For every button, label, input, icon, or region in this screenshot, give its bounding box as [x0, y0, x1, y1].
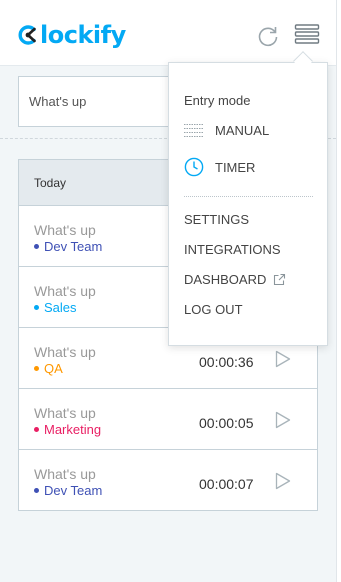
dashboard-menu-item[interactable]: DASHBOARD [184, 272, 286, 287]
settings-menu-item[interactable]: SETTINGS [184, 212, 249, 227]
project-name: QA [44, 361, 63, 376]
play-icon[interactable] [275, 350, 291, 368]
project-name: Dev Team [44, 239, 103, 254]
time-entry[interactable]: What's up Marketing 00:00:05 [19, 389, 317, 450]
project-name: Dev Team [44, 483, 103, 498]
clock-icon [184, 157, 204, 177]
project-name: Marketing [44, 422, 102, 437]
menu-divider [184, 196, 313, 197]
project-color-dot [34, 488, 39, 493]
group-label: Today [34, 175, 67, 190]
hamburger-menu-icon[interactable] [294, 22, 320, 46]
project-color-dot [34, 244, 39, 249]
play-icon[interactable] [275, 411, 291, 429]
list-icon [184, 124, 204, 137]
entry-project: Dev Team [34, 483, 102, 498]
entry-description: What's up [34, 283, 96, 299]
project-color-dot [34, 305, 39, 310]
play-icon[interactable] [275, 472, 291, 490]
app-header: lockify [0, 0, 341, 66]
entry-project: Dev Team [34, 239, 102, 254]
clockify-logo: lockify [17, 20, 126, 50]
dashboard-label: DASHBOARD [184, 272, 267, 287]
timer-mode-option[interactable]: TIMER [184, 154, 255, 180]
window-edge [336, 0, 341, 582]
timer-label: TIMER [215, 159, 256, 175]
entry-description: What's up [34, 466, 96, 482]
project-name: Sales [44, 300, 77, 315]
entry-duration: 00:00:05 [199, 415, 254, 431]
logout-menu-item[interactable]: LOG OUT [184, 302, 243, 317]
entry-project: QA [34, 361, 63, 376]
project-color-dot [34, 366, 39, 371]
entry-description: What's up [34, 222, 96, 238]
entry-description: What's up [34, 344, 96, 360]
manual-mode-option[interactable]: MANUAL [184, 117, 269, 143]
project-color-dot [34, 427, 39, 432]
logo-text: lockify [40, 21, 126, 49]
entry-description: What's up [34, 405, 96, 421]
entry-duration: 00:00:36 [199, 354, 254, 370]
integrations-menu-item[interactable]: INTEGRATIONS [184, 242, 281, 257]
external-link-icon [274, 273, 286, 286]
entry-project: Marketing [34, 422, 101, 437]
entry-project: Sales [34, 300, 77, 315]
time-entry[interactable]: What's up Dev Team 00:00:07 [19, 450, 317, 511]
main-menu-dropdown: Entry mode MANUAL TIMER SETTINGS INTEGRA… [168, 62, 328, 346]
refresh-icon[interactable] [256, 24, 280, 48]
manual-label: MANUAL [215, 122, 270, 138]
clockify-logo-icon [18, 25, 36, 45]
entry-duration: 00:00:07 [199, 476, 254, 492]
entry-mode-label: Entry mode [184, 93, 251, 108]
